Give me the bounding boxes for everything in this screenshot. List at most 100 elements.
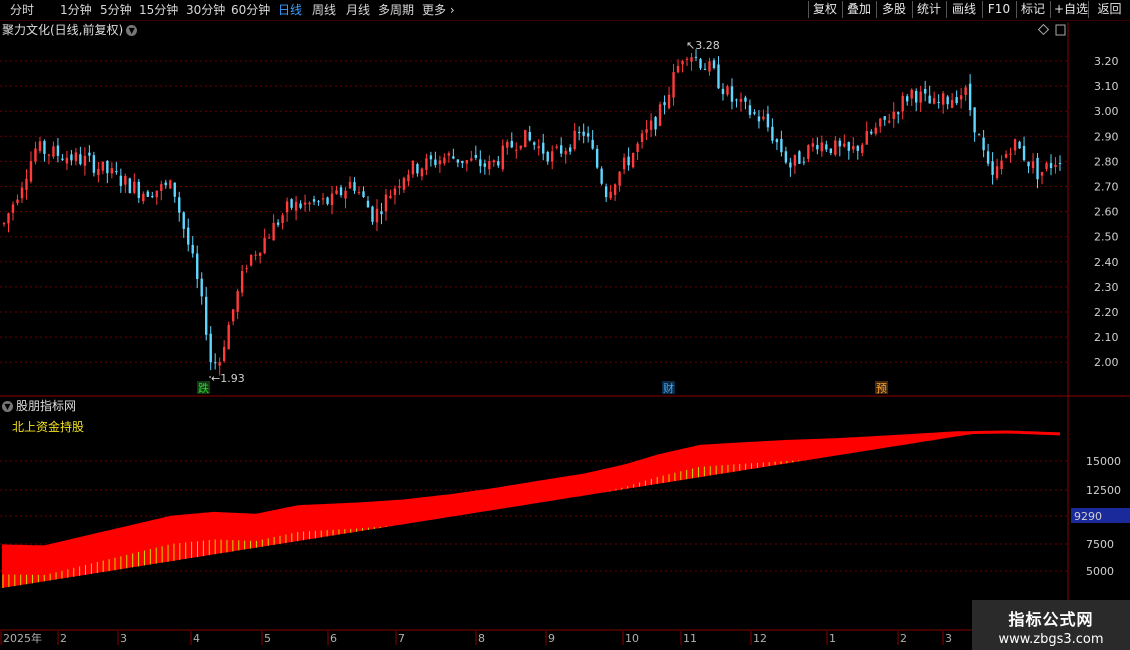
candle-body	[1054, 164, 1057, 168]
candle-body	[852, 146, 855, 150]
candle-body	[452, 156, 455, 159]
date-axis-label: 9	[548, 632, 555, 645]
candle-body	[375, 208, 379, 223]
candle-body	[456, 159, 460, 163]
candle-body	[151, 195, 154, 198]
date-axis-label: 1	[829, 632, 836, 645]
candle-body	[820, 142, 824, 152]
candle-body	[542, 142, 545, 154]
indicator-axis-label: 7500	[1086, 538, 1114, 551]
candle-body	[119, 175, 123, 186]
candle-body	[533, 142, 536, 145]
candle-body	[694, 56, 698, 58]
indicator-axis-label: 5000	[1086, 565, 1114, 578]
candle-body	[276, 222, 280, 225]
candle-body	[910, 89, 913, 99]
chart-canvas: 3.20 3.10 3.00 2.90 2.80 2.70 2.60 2.50 2.40 2.30…	[0, 22, 1130, 645]
candle-body	[775, 139, 779, 143]
candle-body	[173, 182, 176, 197]
candle-body	[501, 145, 504, 170]
candle-body	[519, 145, 522, 149]
candle-body	[402, 177, 406, 190]
candle-body	[258, 252, 262, 257]
candle-body	[79, 154, 82, 165]
candle-body	[941, 93, 945, 105]
candle-body	[209, 333, 212, 363]
candle-body	[627, 156, 630, 166]
candle-body	[577, 131, 581, 133]
candle-body	[164, 182, 167, 186]
candle-body	[479, 159, 482, 167]
candle-body	[613, 184, 617, 195]
candle-body	[52, 146, 55, 157]
candle-body	[236, 291, 239, 312]
candle-body	[919, 91, 922, 103]
candle-body	[245, 268, 248, 270]
candle-body	[425, 158, 428, 170]
candle-body	[676, 65, 680, 73]
candle-body	[429, 155, 433, 160]
candle-body	[344, 190, 347, 199]
candle-body	[497, 161, 500, 166]
candle-body	[950, 100, 954, 108]
price-axis-label: 2.70	[1094, 181, 1119, 194]
candle-body	[766, 113, 770, 128]
candle-body	[133, 181, 136, 193]
candle-body	[267, 237, 271, 239]
candle-body	[222, 346, 226, 362]
candle-body	[1058, 163, 1062, 165]
candle-body	[353, 182, 356, 191]
chevron-down-icon[interactable]: ▼	[2, 401, 13, 412]
event-marker: 财	[663, 381, 674, 395]
candle-body	[748, 105, 752, 115]
candle-body	[2, 223, 6, 225]
candle-body	[892, 111, 895, 120]
candle-body	[474, 155, 478, 158]
candle-body	[802, 161, 806, 163]
candle-body	[1018, 141, 1021, 149]
watermark-title: 指标公式网	[1008, 610, 1094, 629]
indicator-axis-label: 12500	[1086, 484, 1121, 497]
candle-body	[43, 140, 46, 154]
candle-body	[88, 152, 91, 156]
candle-body	[721, 88, 725, 95]
candle-body	[699, 59, 702, 69]
candle-body	[384, 194, 388, 212]
price-axis-label: 2.10	[1094, 331, 1119, 344]
price-axis-label: 2.00	[1094, 356, 1119, 369]
candle-body	[470, 158, 473, 161]
candle-body	[937, 101, 940, 103]
candle-body	[757, 116, 761, 122]
candle-body	[816, 144, 819, 150]
candle-body	[249, 255, 253, 266]
candle-body	[654, 116, 657, 130]
candle-body	[398, 186, 401, 188]
date-axis-label: 12	[753, 632, 767, 645]
date-axis-label: 10	[625, 632, 639, 645]
candle-body	[973, 107, 976, 133]
watermark: 指标公式网 www.zbgs3.com	[972, 600, 1130, 650]
candle-body	[1045, 163, 1048, 169]
candle-body	[901, 95, 904, 112]
chevron-down-icon[interactable]: ▼	[126, 25, 138, 36]
watermark-url: www.zbgs3.com	[998, 632, 1104, 647]
chart-title: 聚力文化(日线,前复权)	[2, 23, 124, 37]
candle-body	[865, 131, 868, 145]
candle-body	[443, 157, 446, 164]
candle-body	[178, 197, 181, 213]
date-axis-label: 11	[683, 632, 697, 645]
candle-body	[47, 154, 51, 156]
candle-body	[510, 140, 513, 148]
candle-body	[465, 160, 469, 164]
candle-body	[348, 181, 352, 189]
candle-body	[191, 244, 194, 254]
candle-body	[196, 253, 199, 279]
candle-body	[1000, 160, 1003, 169]
candle-body	[335, 190, 338, 194]
candle-body	[371, 206, 374, 222]
candle-body	[142, 193, 145, 202]
candle-body	[640, 133, 644, 143]
candle-body	[834, 140, 837, 155]
candle-body	[977, 134, 981, 136]
candle-body	[231, 309, 235, 322]
